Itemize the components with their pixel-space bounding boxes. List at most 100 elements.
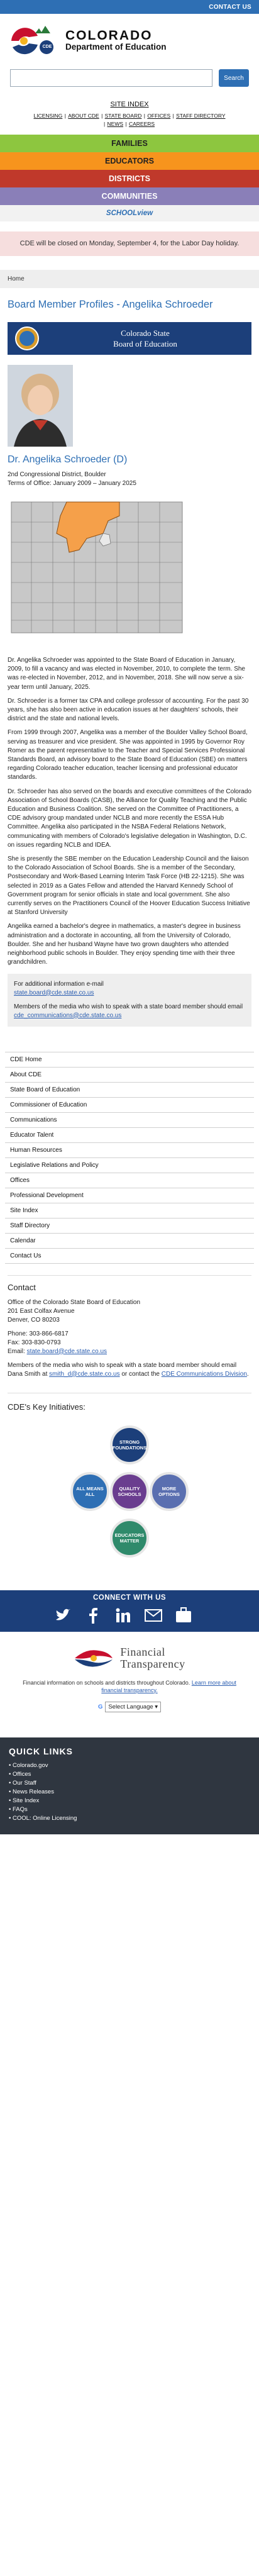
initiatives-title: CDE's Key Initiatives: (8, 1402, 85, 1412)
site-index: SITE INDEX (0, 101, 259, 108)
google-translate-icon: G (97, 1703, 103, 1710)
quick-links: QUICK LINKS Colorado.gov Offices Our Sta… (0, 1737, 259, 1834)
linkedin-icon[interactable] (114, 1607, 132, 1624)
quick-link-cool-licensing[interactable]: COOL: Online Licensing (9, 1814, 250, 1823)
key-initiatives: CDE's Key Initiatives: STRONG FOUNDATION… (8, 1392, 251, 1571)
footer-nav: CDE Home About CDE State Board of Educat… (0, 1051, 259, 1264)
financial-transparency: Financial Transparency Financial informa… (0, 1644, 259, 1712)
footer-nav-human-resources[interactable]: Human Resources (5, 1142, 254, 1157)
connect-title: CONNECT WITH US (92, 1593, 167, 1602)
district-map (9, 497, 185, 638)
member-bio: Dr. Angelika Schroeder was appointed to … (0, 638, 259, 967)
info-media-text: Members of the media who wish to speak w… (14, 1003, 243, 1010)
contact-email-link[interactable]: state.board@cde.state.co.us (27, 1348, 107, 1355)
search-input[interactable] (10, 69, 212, 87)
contact-address1: Office of the Colorado State Board of Ed… (8, 1298, 141, 1306)
member-district: 2nd Congressional District, Boulder (8, 471, 106, 478)
initiative-all-means-all[interactable]: ALL MEANS ALL (70, 1471, 109, 1511)
footer-nav-professional-dev[interactable]: Professional Development (5, 1187, 254, 1203)
utility-links: LICENSING | ABOUT CDE | STATE BOARD | OF… (33, 113, 226, 127)
util-link-news[interactable]: NEWS (107, 121, 124, 127)
state-seal-icon (15, 326, 39, 350)
breadcrumb-home[interactable]: Home (8, 276, 25, 282)
quick-link-faqs[interactable]: FAQs (9, 1805, 250, 1814)
contact-phone: Phone: 303-866-6817 (8, 1330, 69, 1337)
quick-link-offices[interactable]: Offices (9, 1770, 250, 1779)
contact-address2: 201 East Colfax Avenue (8, 1307, 75, 1315)
initiatives-graphic: STRONG FOUNDATIONS ALL MEANS ALL QUALITY… (54, 1420, 205, 1571)
initiative-quality-schools[interactable]: QUALITY SCHOOLS (110, 1471, 149, 1511)
state-board-banner: Colorado State Board of Education (8, 322, 251, 355)
site-index-link[interactable]: SITE INDEX (110, 101, 148, 108)
info-media-email-link[interactable]: cde_communications@cde.state.co.us (14, 1012, 121, 1019)
bio-paragraph: Dr. Schroeder is a former tax CPA and co… (8, 697, 249, 723)
initiative-more-options[interactable]: MORE OPTIONS (150, 1471, 189, 1511)
contact-fax: Fax: 303-830-0793 (8, 1339, 61, 1346)
util-link-offices[interactable]: OFFICES (147, 113, 170, 119)
footer-nav-cde-home[interactable]: CDE Home (5, 1051, 254, 1067)
footer-nav-site-index[interactable]: Site Index (5, 1202, 254, 1218)
top-bar: CONTACT US (0, 0, 259, 14)
site-logo[interactable]: CDE COLORADO Department of Education (0, 14, 259, 63)
initiative-educators-matter[interactable]: EDUCATORS MATTER (110, 1518, 149, 1558)
footer-nav-calendar[interactable]: Calendar (5, 1232, 254, 1248)
util-link-licensing[interactable]: LICENSING (34, 113, 63, 119)
nav-districts[interactable]: DISTRICTS (0, 170, 259, 187)
initiative-strong-foundations[interactable]: STRONG FOUNDATIONS (110, 1425, 149, 1464)
language-select[interactable]: Select Language ▾ (105, 1701, 162, 1712)
connect-with-us: CONNECT WITH US (0, 1590, 259, 1632)
footer-nav-commissioner[interactable]: Commissioner of Education (5, 1096, 254, 1112)
member-portrait (8, 365, 73, 447)
language-select-value: Select Language (108, 1703, 153, 1710)
util-link-careers[interactable]: CAREERS (129, 121, 155, 127)
bio-paragraph: She is presently the SBE member on the E… (8, 856, 250, 917)
search-bar: Search (0, 63, 259, 87)
contact-section: Contact Office of the Colorado State Boa… (8, 1274, 251, 1379)
language-selector: G Select Language ▾ (0, 1701, 259, 1712)
nav-communities[interactable]: COMMUNITIES (0, 187, 259, 205)
email-icon[interactable] (145, 1607, 162, 1624)
footer-nav-contact-us[interactable]: Contact Us (5, 1247, 254, 1264)
footer-nav-state-board[interactable]: State Board of Education (5, 1081, 254, 1097)
member-name: Dr. Angelika Schroeder (D) (8, 454, 128, 465)
quick-link-site-index[interactable]: Site Index (9, 1797, 250, 1805)
nav-educators[interactable]: EDUCATORS (0, 152, 259, 170)
quick-link-colorado-gov[interactable]: Colorado.gov (9, 1761, 250, 1770)
footer-nav-educator-talent[interactable]: Educator Talent (5, 1127, 254, 1142)
contact-communications-link[interactable]: CDE Communications Division (162, 1371, 247, 1378)
bio-paragraph: Dr. Schroeder has also served on the boa… (8, 788, 251, 849)
quick-link-news-releases[interactable]: News Releases (9, 1788, 250, 1797)
footer-nav-legislative[interactable]: Legislative Relations and Policy (5, 1157, 254, 1173)
closure-alert: CDE will be closed on Monday, September … (0, 231, 259, 256)
additional-info-box: For additional information e-mail state.… (8, 973, 251, 1027)
financial-transparency-logo[interactable]: Financial Transparency (74, 1644, 185, 1672)
ft-line1: Financial (120, 1645, 165, 1658)
quick-link-our-staff[interactable]: Our Staff (9, 1779, 250, 1788)
contact-media-email-link[interactable]: smith_d@cde.state.co.us (49, 1371, 119, 1378)
search-button[interactable]: Search (219, 69, 249, 87)
contact-address3: Denver, CO 80203 (8, 1316, 60, 1324)
contact-media-tail: or contact the (121, 1370, 160, 1378)
contact-us-link[interactable]: CONTACT US (209, 4, 251, 11)
util-link-about[interactable]: ABOUT CDE (68, 113, 99, 119)
util-link-staff-directory[interactable]: STAFF DIRECTORY (176, 113, 225, 119)
member-term: Terms of Office: January 2009 – January … (8, 480, 136, 487)
nav-schoolview[interactable]: SCHOOLview (0, 205, 259, 221)
ft-desc: Financial information on schools and dis… (23, 1679, 190, 1686)
nav-families[interactable]: FAMILIES (0, 135, 259, 152)
bio-paragraph: Dr. Angelika Schroeder was appointed to … (8, 657, 245, 691)
contact-email-label: Email: (8, 1347, 25, 1355)
util-link-state-board[interactable]: STATE BOARD (105, 113, 142, 119)
footer-nav-staff-directory[interactable]: Staff Directory (5, 1217, 254, 1233)
banner-line1: Colorado State (121, 328, 170, 338)
jobs-icon[interactable] (175, 1607, 192, 1624)
financial-transparency-icon (75, 1649, 113, 1667)
footer-nav-offices[interactable]: Offices (5, 1172, 254, 1188)
twitter-icon[interactable] (54, 1607, 72, 1624)
bio-paragraph: Angelika earned a bachelor's degree in m… (8, 923, 241, 966)
info-email-link[interactable]: state.board@cde.state.co.us (14, 990, 94, 996)
facebook-icon[interactable] (84, 1607, 102, 1624)
page-title: Board Member Profiles - Angelika Schroed… (8, 299, 213, 310)
footer-nav-about[interactable]: About CDE (5, 1066, 254, 1082)
footer-nav-communications[interactable]: Communications (5, 1112, 254, 1127)
